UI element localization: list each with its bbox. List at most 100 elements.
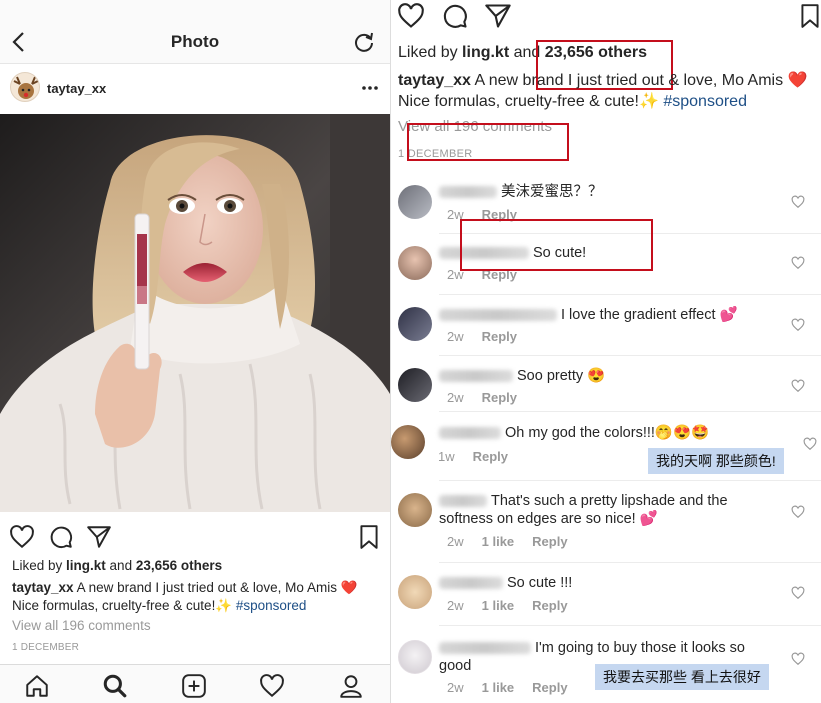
comment-like-heart-icon[interactable] [791,379,805,393]
reply-button[interactable]: Reply [482,390,517,405]
caption-username[interactable]: taytay_xx [12,580,74,595]
comment-like-heart-icon[interactable] [791,318,805,332]
comment-icon[interactable] [48,524,74,550]
comment-body: Soo pretty 😍 [439,367,779,385]
comment-like-heart-icon[interactable] [791,505,805,519]
comment-text: I love the gradient effect 💕 [561,307,738,323]
comment-like-heart-icon[interactable] [791,652,805,666]
blurred-username [439,495,487,508]
comment-like-heart-icon[interactable] [791,195,805,209]
commenter-avatar[interactable] [398,575,432,609]
share-send-icon[interactable] [484,2,512,30]
caption-username[interactable]: taytay_xx [398,72,471,89]
comment-time: 2w [447,598,464,613]
comment-text: 美沫爱蜜思？？ [501,184,603,200]
post-caption: taytay_xx A new brand I just tried out &… [398,70,818,112]
post-photo[interactable] [0,114,390,512]
commenter-avatar[interactable] [398,640,432,674]
comment-like-count[interactable]: 1 like [482,680,515,695]
post-date: 1 DECEMBER [12,642,80,653]
reply-button[interactable]: Reply [473,449,508,464]
like-heart-icon[interactable] [397,2,425,30]
caption-hashtag[interactable]: #sponsored [236,598,307,613]
comment-icon[interactable] [441,2,469,30]
comment-like-heart-icon[interactable] [791,586,805,600]
activity-heart-icon[interactable] [259,673,285,699]
avatar[interactable] [10,72,40,102]
comment-body: So cute !!! [439,574,779,592]
likes-and: and [105,558,136,573]
blurred-username [439,577,503,590]
comment-text: Oh my god the colors!!!🤭😍🤩 [505,425,710,441]
comment-item: I love the gradient effect 💕 2w Reply [391,295,821,355]
comment-like-count[interactable]: 1 like [482,598,515,613]
share-send-icon[interactable] [86,524,112,550]
top-nav-bar: Photo [0,0,390,64]
liker-username[interactable]: ling.kt [66,558,106,573]
translation-caption: 我要去买那些 看上去很好 [595,664,769,690]
blurred-username [439,427,501,440]
likes-prefix: Liked by [398,44,463,61]
add-post-icon[interactable] [181,673,207,699]
comment-like-heart-icon[interactable] [791,256,805,270]
likes-count[interactable]: 23,656 others [136,558,222,573]
blurred-username [439,186,497,199]
home-icon[interactable] [24,673,50,699]
post-username[interactable]: taytay_xx [47,81,106,96]
commenter-avatar[interactable] [398,493,432,527]
comment-like-heart-icon[interactable] [803,437,817,451]
translation-caption: 我的天啊 那些颜色! [648,448,784,474]
blurred-username [439,309,557,322]
caption-hashtag[interactable]: #sponsored [663,93,747,110]
search-icon[interactable] [102,673,128,699]
refresh-icon[interactable] [352,30,376,54]
highlight-box-cute-comment [460,219,653,271]
comment-time: 1w [438,449,455,464]
bookmark-icon[interactable] [797,2,821,30]
commenter-avatar[interactable] [398,368,432,402]
bookmark-icon[interactable] [356,524,382,550]
view-all-comments-link[interactable]: View all 196 comments [12,618,151,633]
reply-button[interactable]: Reply [482,329,517,344]
more-options-icon[interactable] [360,84,380,92]
comment-body: Oh my god the colors!!!🤭😍🤩 [439,424,779,442]
comment-body: 美沫爱蜜思？？ [439,183,779,201]
post-header: taytay_xx [0,64,390,114]
comment-like-count[interactable]: 1 like [482,534,515,549]
blurred-username [439,370,513,383]
blurred-username [439,642,531,655]
comment-time: 2w [447,390,464,405]
reply-button[interactable]: Reply [532,680,567,695]
bottom-tab-bar [0,664,390,703]
likes-summary[interactable]: Liked by ling.kt and 23,656 others [12,558,222,573]
commenter-avatar[interactable] [391,425,425,459]
likes-prefix: Liked by [12,558,67,573]
screen-title: Photo [170,32,220,51]
comment-meta: 2w Reply [447,390,535,405]
commenter-avatar[interactable] [398,185,432,219]
comment-text: So cute !!! [507,575,573,591]
post-detail-screen: Photo taytay_xx Liked by ling.kt and 23,… [0,0,390,703]
commenter-avatar[interactable] [398,307,432,341]
reply-button[interactable]: Reply [532,534,567,549]
profile-icon[interactable] [338,673,364,699]
post-action-bar-zoomed [391,0,821,34]
liker-username[interactable]: ling.kt [462,44,509,61]
post-caption: taytay_xx A new brand I just tried out &… [12,579,382,615]
comment-meta: 2w 1 like Reply [447,680,586,695]
comment-meta: 2w 1 like Reply [447,534,586,549]
comment-meta: 1w Reply [438,449,526,464]
commenter-avatar[interactable] [398,246,432,280]
comment-body: That's such a pretty lipshade and the so… [439,492,769,528]
comments-zoom-panel: Liked by ling.kt and 23,656 others tayta… [391,0,821,703]
post-action-bar [0,520,390,552]
comment-time: 2w [447,680,464,695]
highlight-box-comments [407,123,569,161]
comment-meta: 2w Reply [447,329,535,344]
like-heart-icon[interactable] [9,524,35,550]
comment-time: 2w [447,534,464,549]
reply-button[interactable]: Reply [532,598,567,613]
comment-item: Soo pretty 😍 2w Reply [391,356,821,412]
comment-meta: 2w 1 like Reply [447,598,586,613]
comment-item: That's such a pretty lipshade and the so… [391,481,821,563]
